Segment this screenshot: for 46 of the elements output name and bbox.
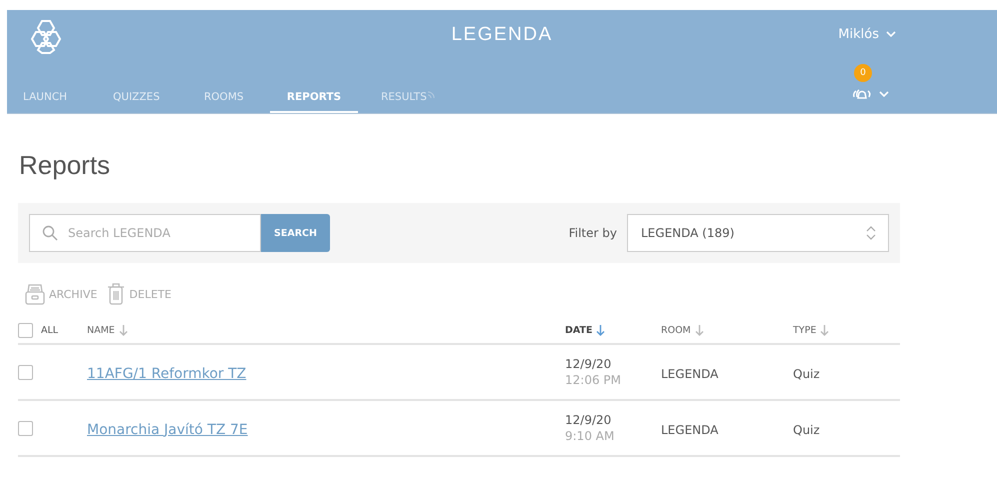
archive-button[interactable]: ARCHIVE xyxy=(25,283,98,305)
chevron-down-icon xyxy=(886,31,896,37)
column-header[interactable]: NAME xyxy=(87,324,128,336)
type-cell: Quiz xyxy=(793,422,820,436)
search-icon xyxy=(42,225,58,241)
select-all-checkbox[interactable] xyxy=(18,322,33,338)
filter-label: Filter by xyxy=(568,226,617,240)
column-header[interactable]: TYPE xyxy=(793,324,830,336)
user-menu[interactable]: Miklós xyxy=(838,26,896,42)
room-cell: LEGENDA xyxy=(661,422,718,436)
page-title: Reports xyxy=(19,150,112,181)
time-text: 12:06 PM xyxy=(565,373,622,387)
room-cell: LEGENDA xyxy=(661,366,718,380)
sort-arrow-icon xyxy=(118,324,128,336)
delete-button[interactable]: DELETE xyxy=(107,283,172,305)
nav-tab[interactable]: REPORTS xyxy=(270,87,358,113)
sort-arrow-icon xyxy=(596,324,606,336)
notification-badge: 0 xyxy=(854,64,872,82)
app-title: LEGENDA xyxy=(451,24,553,46)
archive-icon xyxy=(25,283,45,305)
column-header[interactable]: DATE xyxy=(565,324,606,336)
trash-icon xyxy=(107,283,126,305)
sort-arrow-icon xyxy=(694,324,704,336)
type-cell: Quiz xyxy=(793,366,820,380)
time-text: 9:10 AM xyxy=(565,429,616,443)
select-all-label: ALL xyxy=(41,324,58,336)
updown-icon xyxy=(866,226,876,240)
search-field[interactable]: Search LEGENDA xyxy=(29,214,261,252)
chevron-down-icon xyxy=(879,91,889,97)
date-text: 12/9/20 xyxy=(565,357,612,371)
nav-tab[interactable]: LAUNCH xyxy=(23,87,96,113)
signal-icon xyxy=(426,91,435,99)
participants-menu[interactable] xyxy=(851,88,889,100)
nav-tab[interactable]: QUIZZES xyxy=(113,87,204,113)
date-text: 12/9/20 xyxy=(565,413,612,427)
report-link[interactable]: Monarchia Javító TZ 7E xyxy=(87,422,248,438)
search-button[interactable]: SEARCH xyxy=(261,214,330,252)
filter-select[interactable]: LEGENDA (189) xyxy=(627,214,889,252)
report-link[interactable]: 11AFG/1 Reformkor TZ xyxy=(87,366,246,382)
people-icon xyxy=(851,88,873,100)
sort-arrow-icon xyxy=(820,324,830,336)
row-checkbox[interactable] xyxy=(18,364,33,380)
row-checkbox[interactable] xyxy=(18,420,33,436)
nav-tab[interactable]: ROOMS xyxy=(204,87,270,113)
column-header[interactable]: ROOM xyxy=(661,324,704,336)
hexagon-logo-icon[interactable] xyxy=(30,19,62,55)
